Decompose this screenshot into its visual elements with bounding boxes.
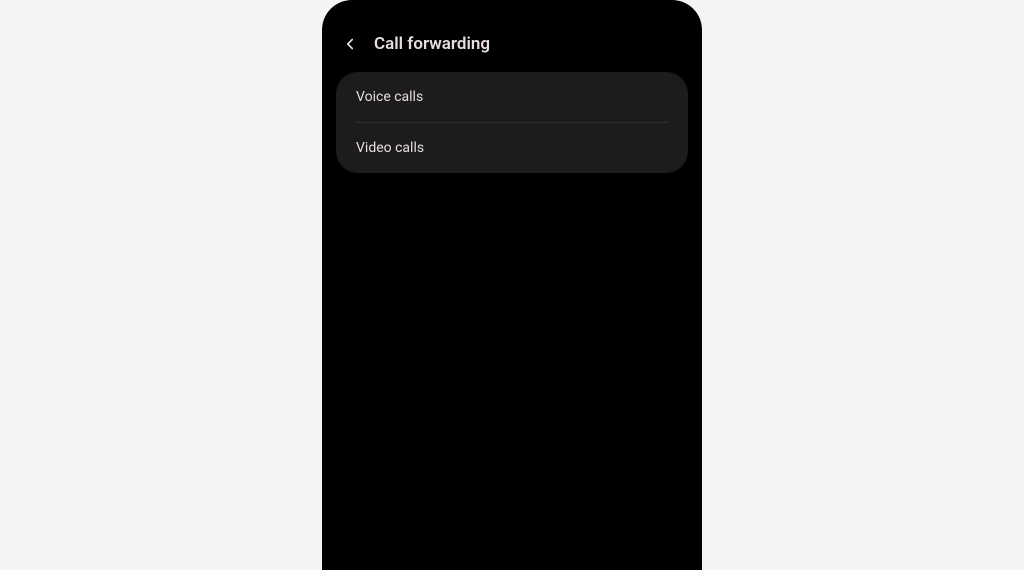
list-item-voice-calls[interactable]: Voice calls: [336, 72, 688, 122]
list-item-video-calls[interactable]: Video calls: [336, 123, 688, 173]
page-title: Call forwarding: [374, 34, 490, 54]
phone-screen: Call forwarding Voice calls Video calls: [322, 0, 702, 570]
chevron-left-icon: [341, 35, 359, 53]
header: Call forwarding: [322, 0, 702, 72]
list-item-label: Video calls: [356, 140, 668, 156]
options-card: Voice calls Video calls: [336, 72, 688, 173]
list-item-label: Voice calls: [356, 89, 668, 105]
back-button[interactable]: [340, 34, 360, 54]
